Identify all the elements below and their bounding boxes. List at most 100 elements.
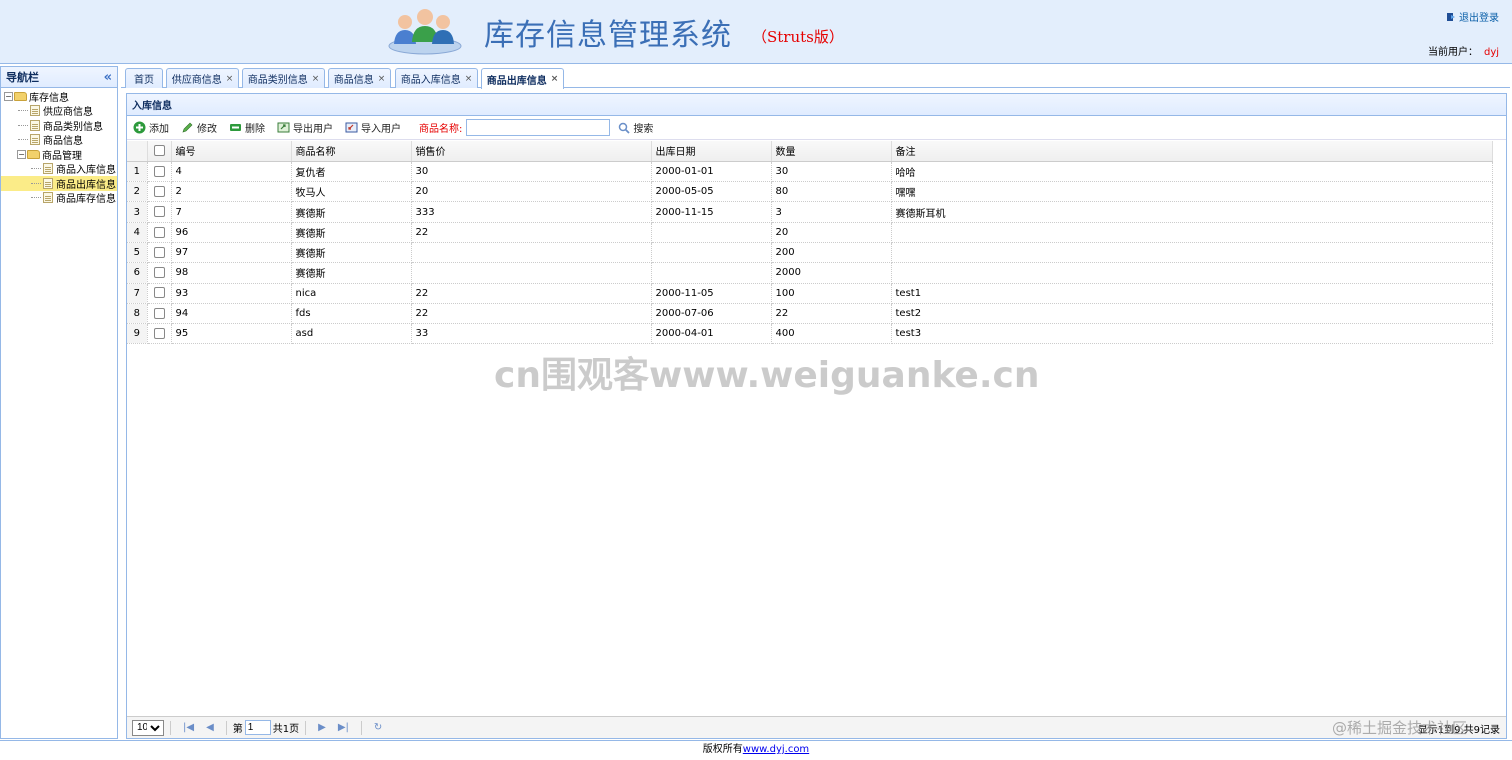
cell-id: 97 [171,242,292,264]
row-checkbox[interactable] [147,161,172,183]
table-row[interactable]: 7 93 nica 22 2000-11-05 100 test1 [127,283,1493,304]
pager-separator [225,720,227,735]
cell-quantity: 20 [771,222,892,243]
cell-name: nica [291,283,412,304]
tree-connector [31,197,41,199]
prev-page-icon[interactable]: ◀ [206,722,214,733]
select-all-checkbox[interactable] [147,141,172,162]
tree-item-supplier[interactable]: 供应商信息 [1,104,117,118]
next-page-icon[interactable]: ▶ [318,722,326,733]
table-row[interactable]: 2 2 牧马人 20 2000-05-05 80 嘿嘿 [127,181,1493,203]
page-number-input[interactable] [244,720,271,735]
app-title: 库存信息管理系统 [484,18,732,53]
column-header-name[interactable]: 商品名称 [291,141,412,162]
checkbox-icon [153,267,165,279]
add-label: 添加 [149,124,169,135]
cell-price: 20 [411,181,652,203]
export-button[interactable]: 导出用户 [277,120,333,135]
checkbox-icon [153,206,165,218]
tree-folder-inventory[interactable]: − 库存信息 [1,89,117,104]
last-page-icon[interactable]: ▶| [338,722,349,733]
cell-remark [891,242,1493,264]
tree-item-product[interactable]: 商品信息 [1,133,117,148]
tab-label: 商品信息 [333,75,374,86]
column-header-remark[interactable]: 备注 [891,141,1493,162]
edit-button[interactable]: 修改 [181,120,217,135]
main-panel: 入库信息 添加 修改 删除 导出用户 导入用户 商品名称: 搜索 编号 商品名称… [126,93,1507,739]
current-user: 当前用户： dyj [1428,43,1499,58]
cell-quantity: 400 [771,323,892,345]
tab-home[interactable]: 首页 [125,68,163,88]
cell-quantity: 30 [771,161,892,183]
search-button[interactable]: 搜索 [618,120,653,135]
close-icon[interactable]: × [551,74,559,84]
close-icon[interactable]: × [226,74,234,84]
tab-label: 供应商信息 [171,75,222,86]
close-icon[interactable]: × [312,74,320,84]
pager-info: 显示1到9,共9记录 [1417,725,1500,736]
first-page-icon[interactable]: |◀ [183,722,194,733]
tree-folder-product-mgmt[interactable]: − 商品管理 [1,147,117,162]
footer-link[interactable]: www.dyj.com [743,744,809,755]
row-checkbox[interactable] [147,242,172,264]
logout-link[interactable]: 退出登录 [1446,9,1499,24]
tab-stock-in[interactable]: 商品入库信息 × [395,68,478,88]
table-row[interactable]: 4 96 赛德斯 22 20 [127,222,1493,243]
add-button[interactable]: 添加 [133,120,169,135]
import-button[interactable]: 导入用户 [345,120,401,135]
tree-item-stock[interactable]: 商品库存信息 [1,191,117,205]
row-checkbox[interactable] [147,323,172,345]
cell-quantity: 100 [771,283,892,304]
checkbox-icon [153,165,165,177]
cell-price [411,262,652,284]
collapse-icon[interactable]: « [104,71,112,84]
file-icon [30,134,40,146]
tab-supplier[interactable]: 供应商信息 × [166,68,239,88]
row-checkbox[interactable] [147,262,172,284]
export-icon [277,122,290,133]
column-header-quantity[interactable]: 数量 [771,141,892,162]
row-checkbox[interactable] [147,181,172,203]
column-header-id[interactable]: 编号 [171,141,292,162]
tree-label: 商品信息 [43,136,83,148]
tab-stock-out[interactable]: 商品出库信息 × [481,68,564,89]
cell-quantity: 3 [771,201,892,223]
cell-date: 2000-11-05 [651,283,772,304]
cell-name: 赛德斯 [291,262,412,284]
tree-item-stock-in[interactable]: 商品入库信息 [1,162,117,176]
page-footer: 版权所有www.dyj.com [0,740,1512,760]
refresh-icon[interactable]: ↻ [374,722,382,733]
row-checkbox[interactable] [147,222,172,243]
tree-label: 库存信息 [29,92,69,104]
page-prefix: 第 [232,724,243,735]
tree-item-stock-out[interactable]: 商品出库信息 [1,176,117,191]
checkbox-icon [153,185,165,197]
table-row[interactable]: 5 97 赛德斯 200 [127,242,1493,264]
column-header-price[interactable]: 销售价 [411,141,652,162]
table-row[interactable]: 8 94 fds 22 2000-07-06 22 test2 [127,303,1493,325]
app-header: 库存信息管理系统 （Struts版） 退出登录 当前用户： dyj [0,0,1512,64]
tree-toggle-icon[interactable]: − [4,91,13,101]
row-checkbox[interactable] [147,201,172,223]
tree-item-category[interactable]: 商品类别信息 [1,118,117,133]
column-header-date[interactable]: 出库日期 [651,141,772,162]
page-size-select[interactable]: 10 [132,719,164,736]
close-icon[interactable]: × [465,74,473,84]
tree-label: 商品出库信息 [56,179,116,191]
close-icon[interactable]: × [378,74,386,84]
row-checkbox[interactable] [147,303,172,325]
tree-toggle-icon[interactable]: − [17,149,26,159]
search-input[interactable] [466,119,611,136]
table-row[interactable]: 6 98 赛德斯 2000 [127,262,1493,284]
row-checkbox[interactable] [147,283,172,304]
tab-product[interactable]: 商品信息 × [328,68,391,88]
delete-button[interactable]: 删除 [229,120,265,135]
table-row[interactable]: 3 7 赛德斯 333 2000-11-15 3 赛德斯耳机 [127,201,1493,223]
cell-date [651,262,772,284]
table-row[interactable]: 9 95 asd 33 2000-04-01 400 test3 [127,323,1493,345]
cell-id: 95 [171,323,292,345]
cell-date [651,242,772,264]
row-number: 1 [127,161,148,183]
tab-category[interactable]: 商品类别信息 × [242,68,325,88]
table-row[interactable]: 1 4 复仇者 30 2000-01-01 30 哈哈 [127,161,1493,183]
